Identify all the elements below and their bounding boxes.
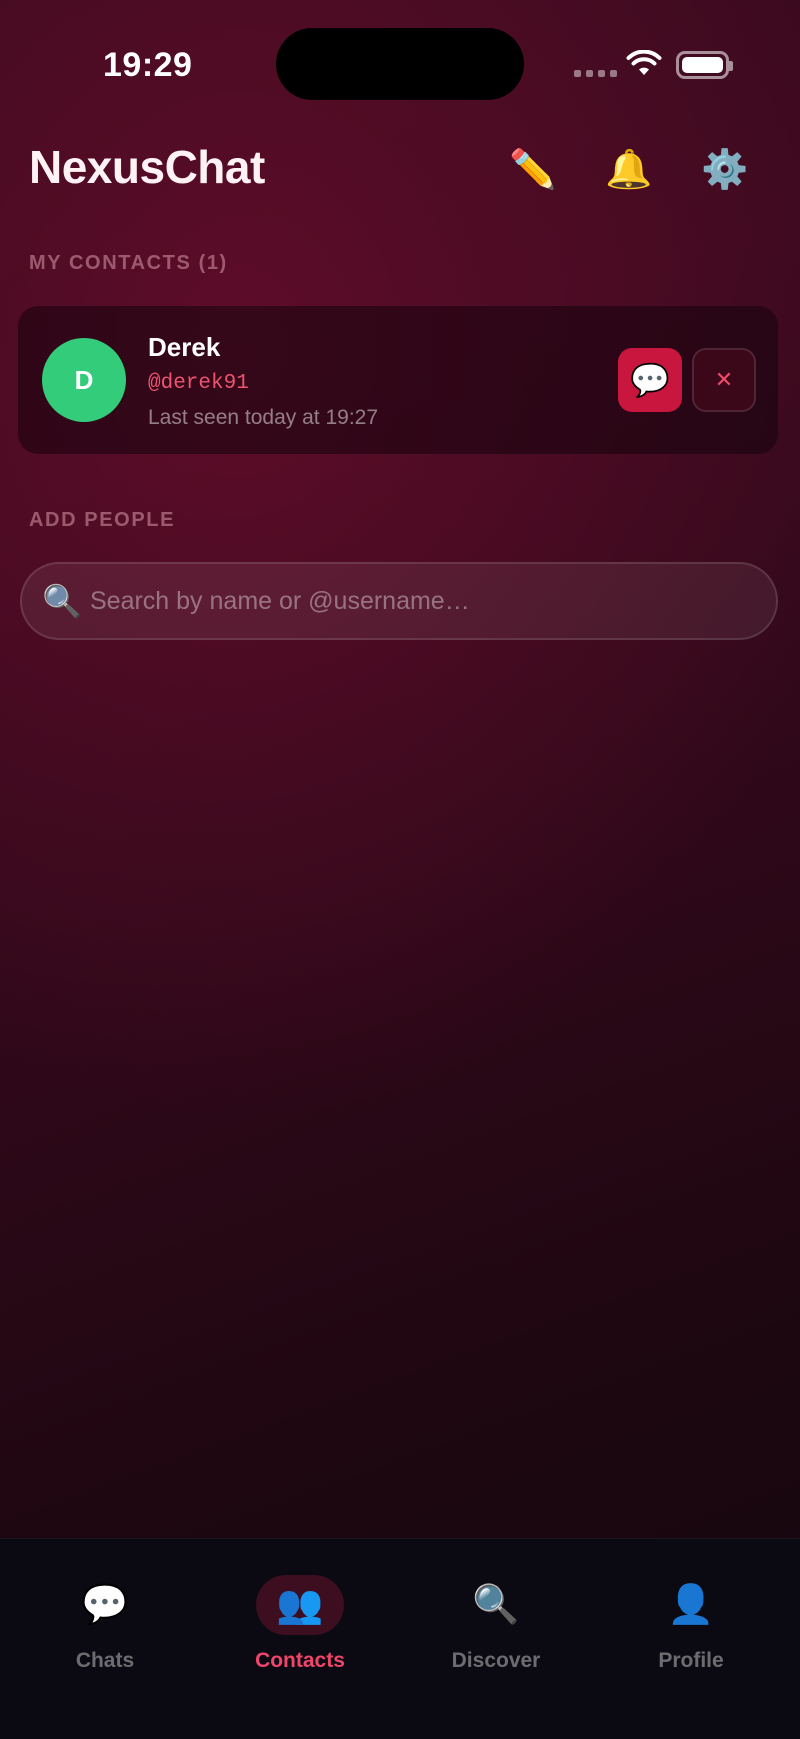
contact-last-seen: Last seen today at 19:27 bbox=[148, 406, 379, 429]
tab-label: Profile bbox=[658, 1649, 724, 1672]
contact-card[interactable]: D Derek @derek91 Last seen today at 19:2… bbox=[18, 306, 778, 454]
tab-discover[interactable]: 🔍 Discover bbox=[406, 1575, 586, 1695]
status-time: 19:29 bbox=[103, 46, 193, 84]
signal-icon bbox=[574, 70, 617, 77]
wifi-icon bbox=[626, 50, 662, 75]
tab-label: Chats bbox=[75, 1649, 135, 1672]
pencil-icon[interactable]: ✏️ bbox=[508, 145, 558, 195]
dynamic-island bbox=[276, 28, 524, 100]
people-icon: 👥 bbox=[256, 1575, 344, 1635]
app-title: NexusChat bbox=[29, 141, 265, 193]
search-box[interactable]: 🔍 bbox=[20, 562, 778, 640]
tab-profile[interactable]: 👤 Profile bbox=[601, 1575, 781, 1695]
search-input[interactable] bbox=[90, 564, 750, 638]
message-button[interactable]: 💬 bbox=[618, 348, 682, 412]
tab-label: Contacts bbox=[255, 1649, 345, 1672]
tab-chats[interactable]: 💬 Chats bbox=[15, 1575, 195, 1695]
bell-icon[interactable]: 🔔 bbox=[604, 145, 654, 195]
search-icon: 🔍 bbox=[42, 583, 82, 619]
contact-username: @derek91 bbox=[148, 372, 249, 395]
contact-name: Derek bbox=[148, 332, 221, 362]
close-icon: ✕ bbox=[714, 367, 734, 392]
tab-bar: 💬 Chats 👥 Contacts 🔍 Discover 👤 Profile bbox=[0, 1538, 800, 1739]
battery-icon bbox=[676, 51, 733, 79]
chat-bubble-icon: 💬 bbox=[81, 1584, 129, 1626]
speech-bubble-icon: 💬 bbox=[630, 362, 670, 398]
status-bar: 19:29 bbox=[0, 0, 800, 130]
gear-icon[interactable]: ⚙️ bbox=[700, 145, 750, 195]
magnifier-icon: 🔍 bbox=[472, 1584, 520, 1626]
my-contacts-heading: MY CONTACTS (1) bbox=[29, 252, 228, 274]
person-icon: 👤 bbox=[667, 1584, 715, 1626]
tab-contacts[interactable]: 👥 Contacts bbox=[210, 1575, 390, 1695]
remove-contact-button[interactable]: ✕ bbox=[692, 348, 756, 412]
add-people-heading: ADD PEOPLE bbox=[29, 509, 176, 531]
avatar: D bbox=[42, 338, 126, 422]
tab-label: Discover bbox=[451, 1649, 541, 1672]
